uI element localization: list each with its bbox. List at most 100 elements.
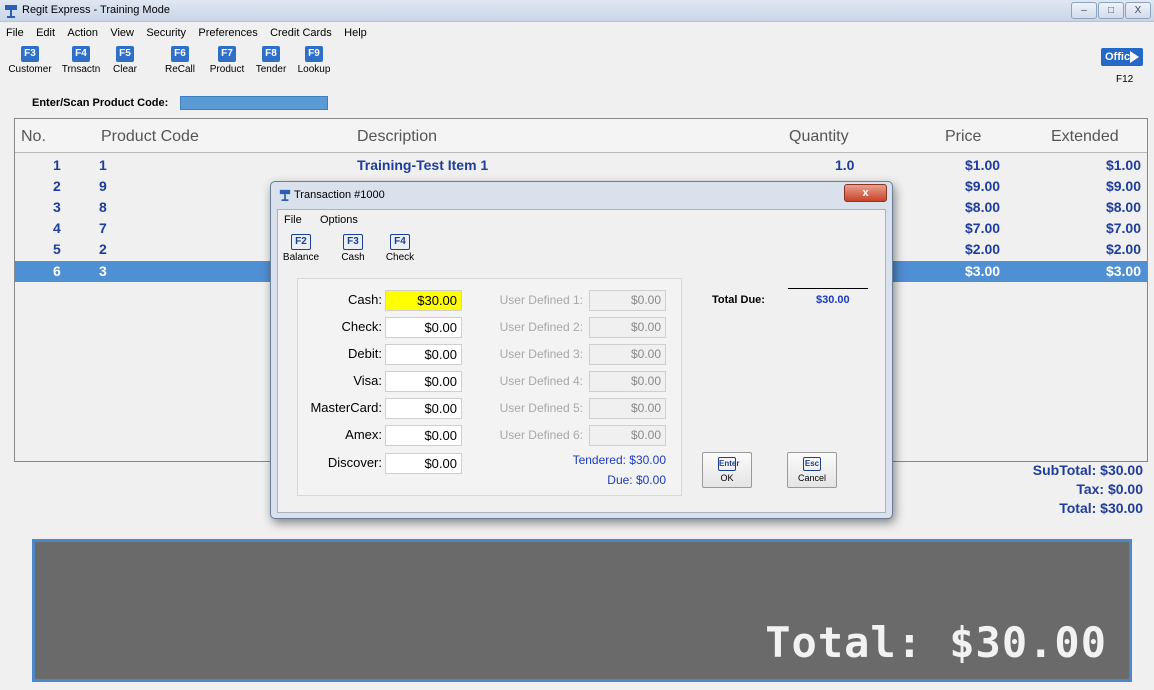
check-button[interactable]: F4 Check — [382, 234, 418, 263]
scan-label: Enter/Scan Product Code: — [32, 97, 169, 109]
user-defined-3-input: $0.00 — [589, 344, 666, 365]
amex-amount-input[interactable]: $0.00 — [385, 425, 462, 446]
customer-button[interactable]: F3 Customer — [4, 46, 56, 75]
f3-key-icon: F3 — [21, 46, 39, 62]
balance-label: Balance — [282, 252, 320, 263]
payments-panel: Cash: $30.00 Check: $0.00 Debit: $0.00 V… — [297, 278, 682, 496]
due-text: Due: $0.00 — [607, 473, 666, 487]
menu-view[interactable]: View — [110, 24, 134, 42]
table-row[interactable]: 1 1 Training-Test Item 1 1.0 $1.00 $1.00 — [15, 155, 1147, 176]
total-display-panel: Total: $30.00 — [32, 539, 1132, 682]
f3-key-icon: F3 — [343, 234, 363, 250]
row-extended: $9.00 — [1105, 178, 1141, 194]
dialog-title: Transaction #1000 — [294, 189, 385, 201]
grid-header: No. Product Code Description Quantity Pr… — [15, 119, 1147, 153]
menu-credit-cards[interactable]: Credit Cards — [270, 24, 332, 42]
row-no: 5 — [53, 241, 61, 257]
cash-button[interactable]: F3 Cash — [336, 234, 370, 263]
f7-key-icon: F7 — [218, 46, 236, 62]
mastercard-amount-input[interactable]: $0.00 — [385, 398, 462, 419]
f6-key-icon: F6 — [171, 46, 189, 62]
row-price: $3.00 — [965, 263, 1001, 279]
row-extended: $2.00 — [1105, 241, 1141, 257]
col-price: Price — [945, 128, 982, 145]
recall-button[interactable]: F6 ReCall — [160, 46, 200, 75]
clear-button[interactable]: F5 Clear — [107, 46, 143, 75]
check-label: Check — [385, 252, 415, 263]
user-defined-2-label: User Defined 2: — [499, 320, 583, 334]
menu-help[interactable]: Help — [344, 24, 367, 42]
row-price: $1.00 — [965, 157, 1001, 173]
col-product-code: Product Code — [101, 128, 199, 145]
user-defined-5-input: $0.00 — [589, 398, 666, 419]
row-no: 3 — [53, 199, 61, 215]
enter-key-icon: Enter — [718, 457, 739, 471]
minimize-button[interactable]: – — [1071, 2, 1097, 19]
close-button[interactable]: X — [1125, 2, 1151, 19]
dialog-menu-file[interactable]: File — [284, 214, 302, 226]
row-no: 2 — [53, 178, 61, 194]
menu-edit[interactable]: Edit — [36, 24, 55, 42]
register-app-icon — [5, 5, 17, 18]
balance-button[interactable]: F2 Balance — [281, 234, 321, 263]
debit-field-label: Debit: — [348, 346, 382, 361]
row-code: 1 — [99, 157, 107, 173]
col-description: Description — [357, 128, 438, 145]
big-total-display: Total: $30.00 — [765, 618, 1107, 667]
menu-file[interactable]: File — [6, 24, 24, 42]
clear-label: Clear — [113, 64, 137, 75]
dialog-close-button[interactable]: x — [844, 184, 887, 202]
row-code: 2 — [99, 241, 107, 257]
discover-amount-input[interactable]: $0.00 — [385, 453, 462, 474]
register-app-icon — [279, 189, 291, 201]
f4-key-icon: F4 — [390, 234, 410, 250]
tax-text: Tax: $0.00 — [1076, 481, 1143, 497]
tender-button[interactable]: F8 Tender — [252, 46, 290, 75]
tender-label: Tender — [255, 64, 287, 75]
visa-field-label: Visa: — [353, 373, 382, 388]
visa-amount-input[interactable]: $0.00 — [385, 371, 462, 392]
row-no: 1 — [53, 157, 61, 173]
customer-label: Customer — [8, 64, 52, 75]
product-code-input[interactable] — [180, 96, 328, 110]
check-amount-input[interactable]: $0.00 — [385, 317, 462, 338]
ok-button[interactable]: Enter OK — [702, 452, 752, 488]
row-extended: $8.00 — [1105, 199, 1141, 215]
discover-field-label: Discover: — [327, 455, 382, 470]
user-defined-6-input: $0.00 — [589, 425, 666, 446]
row-description: Training-Test Item 1 — [357, 157, 489, 173]
total-due-divider — [788, 288, 868, 289]
recall-label: ReCall — [164, 64, 195, 75]
f5-key-icon: F5 — [116, 46, 134, 62]
user-defined-2-input: $0.00 — [589, 317, 666, 338]
f4-key-icon: F4 — [72, 46, 90, 62]
user-defined-1-label: User Defined 1: — [499, 293, 583, 307]
total-due-label: Total Due: — [712, 294, 765, 306]
esc-key-icon: Esc — [803, 457, 821, 471]
menu-action[interactable]: Action — [67, 24, 98, 42]
product-button[interactable]: F7 Product — [205, 46, 249, 75]
user-defined-3-label: User Defined 3: — [499, 347, 583, 361]
row-price: $2.00 — [965, 241, 1001, 257]
lookup-button[interactable]: F9 Lookup — [292, 46, 336, 75]
menu-preferences[interactable]: Preferences — [198, 24, 257, 42]
mastercard-field-label: MasterCard: — [310, 400, 382, 415]
cancel-button[interactable]: Esc Cancel — [787, 452, 837, 488]
debit-amount-input[interactable]: $0.00 — [385, 344, 462, 365]
maximize-button[interactable]: □ — [1098, 2, 1124, 19]
row-extended: $1.00 — [1105, 157, 1141, 173]
menu-security[interactable]: Security — [146, 24, 186, 42]
col-no: No. — [21, 128, 46, 145]
row-code: 9 — [99, 178, 107, 194]
cash-amount-input[interactable]: $30.00 — [385, 290, 462, 311]
dialog-menu-options[interactable]: Options — [320, 214, 358, 226]
cancel-label: Cancel — [797, 473, 826, 483]
f9-key-icon: F9 — [305, 46, 323, 62]
transaction-button[interactable]: F4 Trnsactn — [58, 46, 104, 75]
user-defined-4-label: User Defined 4: — [499, 374, 583, 388]
f8-key-icon: F8 — [262, 46, 280, 62]
window-titlebar: Regit Express - Training Mode – □ X — [0, 0, 1154, 22]
row-price: $7.00 — [965, 220, 1001, 236]
row-extended: $7.00 — [1105, 220, 1141, 236]
office-button[interactable]: Office — [1101, 48, 1143, 66]
